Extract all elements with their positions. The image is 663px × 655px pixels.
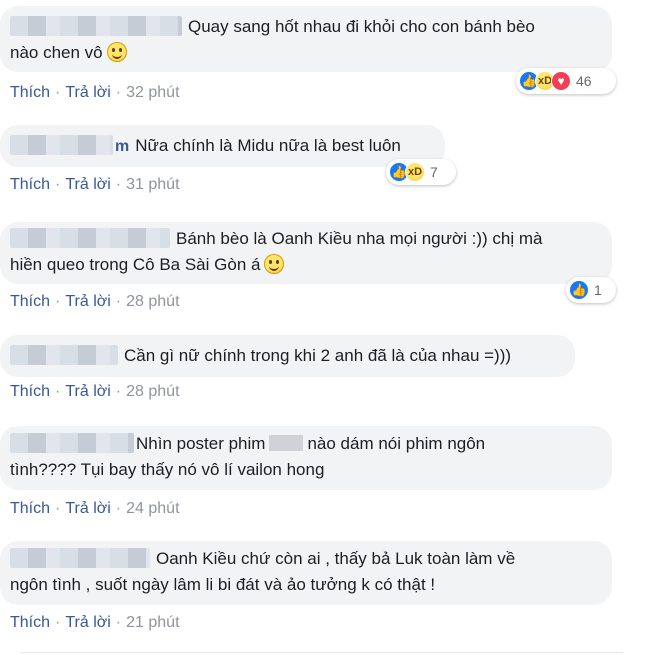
author-name-suffix[interactable]: m (115, 138, 129, 155)
comment-bubble: Oanh Kiều chứ còn ai , thấy bả Luk toàn … (0, 541, 612, 605)
timestamp[interactable]: 28 phút (126, 293, 179, 310)
timestamp[interactable]: 31 phút (126, 176, 179, 193)
comment-text: tình???? Tụi bay thấy nó vô lí vailon ho… (10, 460, 325, 479)
separator: · (55, 383, 61, 400)
timestamp[interactable]: 21 phút (126, 614, 179, 631)
comment-bubble: Nhìn poster phim nào dám nói phim ngôn tì… (0, 426, 612, 490)
blurred-author-name[interactable] (10, 433, 134, 453)
separator: · (55, 614, 61, 631)
reaction-summary[interactable]: 👍 xD 7 (386, 159, 456, 185)
like-link[interactable]: Thích (10, 293, 50, 310)
reaction-count: 1 (594, 282, 602, 298)
like-link[interactable]: Thích (10, 500, 50, 517)
comment-bubble: m Nữa chính là Midu nữa là best luôn (0, 125, 445, 167)
love-icon: ♥ (551, 71, 571, 91)
timestamp[interactable]: 24 phút (126, 500, 179, 517)
comment-text: Cần gì nữ chính trong khi 2 anh đã là củ… (124, 346, 512, 365)
separator: · (115, 84, 122, 101)
reply-link[interactable]: Trả lời (65, 383, 110, 400)
timestamp[interactable]: 28 phút (126, 383, 179, 400)
blurred-author-name[interactable] (10, 345, 118, 365)
separator: · (55, 84, 61, 101)
comment-actions: Thích · Trả lời · 32 phút (10, 84, 180, 102)
comment-actions: Thích · Trả lời · 28 phút (10, 383, 180, 401)
reply-link[interactable]: Trả lời (65, 614, 110, 631)
like-icon: 👍 (569, 280, 589, 300)
comment-actions: Thích · Trả lời · 24 phút (10, 500, 180, 518)
separator: · (55, 500, 61, 517)
comment-text: Quay sang hốt nhau đi khỏi cho con bánh … (188, 17, 535, 36)
reply-link[interactable]: Trả lời (65, 500, 110, 517)
comment-actions: Thích · Trả lời · 28 phút (10, 293, 180, 311)
comment-text: nào chen vô (10, 43, 103, 62)
separator: · (55, 293, 61, 310)
like-link[interactable]: Thích (10, 614, 50, 631)
separator: · (115, 614, 122, 631)
separator: · (115, 500, 122, 517)
reaction-count: 46 (576, 73, 592, 89)
slightly-smiling-face-icon (264, 254, 285, 274)
comment-bubble: Cần gì nữ chính trong khi 2 anh đã là củ… (0, 335, 575, 377)
comment-actions: Thích · Trả lời · 31 phút (10, 176, 180, 194)
comment-actions: Thích · Trả lời · 21 phút (10, 614, 180, 632)
blurred-movie-name (269, 435, 304, 451)
blurred-author-name[interactable] (10, 548, 150, 568)
haha-icon: xD (405, 162, 425, 182)
blurred-author-name[interactable] (10, 16, 182, 36)
reaction-summary[interactable]: 👍 xD ♥ 46 (516, 68, 616, 94)
divider (20, 652, 623, 653)
separator: · (115, 176, 122, 193)
separator: · (115, 293, 122, 310)
comment-text: hiền queo trong Cô Ba Sài Gòn á (10, 255, 261, 274)
comment-text: Nữa chính là Midu nữa là best luôn (135, 136, 401, 155)
blurred-author-name[interactable] (10, 135, 113, 155)
comment-text: ngôn tình , suốt ngày lâm li bi đát và ả… (10, 575, 436, 594)
reaction-count: 7 (430, 164, 438, 180)
timestamp[interactable]: 32 phút (126, 84, 179, 101)
comment-bubble: Bánh bèo là Oanh Kiều nha mọi người :)) … (0, 222, 612, 284)
reaction-summary[interactable]: 👍 1 (566, 277, 616, 303)
comment-bubble: Quay sang hốt nhau đi khỏi cho con bánh … (0, 6, 612, 72)
reply-link[interactable]: Trả lời (65, 293, 110, 310)
like-link[interactable]: Thích (10, 84, 50, 101)
slightly-smiling-face-icon (106, 42, 127, 62)
comment-text: nào dám nói phim ngôn (307, 434, 486, 453)
reply-link[interactable]: Trả lời (65, 176, 110, 193)
like-link[interactable]: Thích (10, 176, 50, 193)
comment-text: Bánh bèo là Oanh Kiều nha mọi người :)) … (176, 229, 543, 248)
comment-text: Nhìn poster phim (136, 434, 266, 453)
separator: · (55, 176, 61, 193)
comment-text: Oanh Kiều chứ còn ai , thấy bả Luk toàn … (156, 549, 516, 568)
blurred-author-name[interactable] (10, 228, 170, 248)
like-link[interactable]: Thích (10, 383, 50, 400)
reply-link[interactable]: Trả lời (65, 84, 110, 101)
separator: · (115, 383, 122, 400)
